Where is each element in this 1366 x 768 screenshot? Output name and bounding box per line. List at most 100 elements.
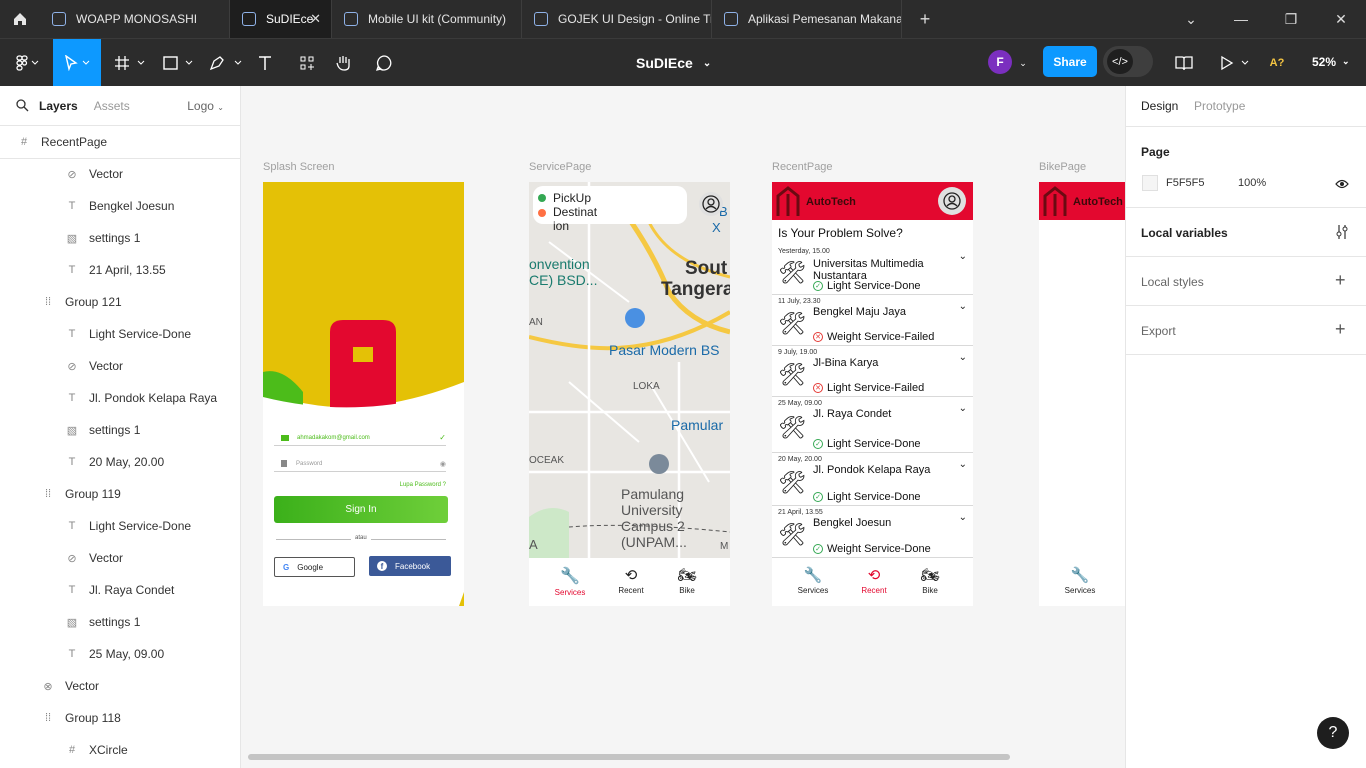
text-tool[interactable] <box>254 39 276 87</box>
present-button[interactable] <box>1216 39 1252 87</box>
tab-assets[interactable]: Assets <box>94 99 130 113</box>
recent-item[interactable]: 21 April, 13.55 🛠 Bengkel Joesun ✓ Weight Se… <box>772 506 973 558</box>
tab-aplikasi[interactable]: Aplikasi Pemesanan Makanan <box>712 0 902 38</box>
layer-row[interactable]: T Light Service-Done <box>0 318 240 350</box>
avatar-dropdown[interactable]: ⌄ <box>1016 39 1030 87</box>
google-button[interactable]: G Google <box>274 557 355 577</box>
help-button[interactable]: ? <box>1317 717 1349 749</box>
page-color-swatch[interactable] <box>1142 175 1158 191</box>
layer-row[interactable]: ⊘ Vector <box>0 350 240 382</box>
frame-label-splash[interactable]: Splash Screen <box>263 161 335 173</box>
close-window-button[interactable]: ✕ <box>1316 0 1366 38</box>
destination-row[interactable]: Destinat ion <box>538 205 609 233</box>
add-style-icon[interactable]: + <box>1335 270 1346 291</box>
chevron-down-icon[interactable]: ⌄ <box>959 251 967 262</box>
forgot-password-link[interactable]: Lupa Password ? <box>400 482 446 488</box>
nav-services[interactable]: 🔧 Services <box>545 566 595 597</box>
minimize-button[interactable]: — <box>1216 0 1266 38</box>
tab-design[interactable]: Design <box>1141 99 1178 113</box>
comment-tool[interactable] <box>373 39 395 87</box>
new-tab-button[interactable]: + <box>902 0 948 38</box>
recent-frame[interactable]: AutoTech Is Your Problem Solve? Yesterda… <box>772 182 973 606</box>
library-button[interactable] <box>1170 39 1198 87</box>
profile-button[interactable] <box>938 187 966 215</box>
eye-icon[interactable] <box>1335 179 1349 189</box>
nav-services[interactable]: 🔧 Services <box>788 566 838 595</box>
missing-fonts-button[interactable]: A? <box>1266 39 1288 87</box>
nav-bike[interactable]: 🏍 Bike <box>905 566 955 595</box>
tab-prototype[interactable]: Prototype <box>1194 99 1245 113</box>
maximize-button[interactable]: ❐ <box>1266 0 1316 38</box>
page-color-value[interactable]: F5F5F5 <box>1166 177 1205 189</box>
chevron-down-icon[interactable]: ⌄ <box>959 459 967 470</box>
local-styles-section[interactable]: Local styles + <box>1126 257 1366 306</box>
password-field[interactable]: Password ◉ <box>274 456 446 472</box>
frame-label-bike[interactable]: BikePage <box>1039 161 1086 173</box>
page-opacity-value[interactable]: 100% <box>1238 177 1266 189</box>
layer-row[interactable]: T Light Service-Done <box>0 510 240 542</box>
tabs-dropdown-icon[interactable]: ⌄ <box>1166 0 1216 38</box>
horizontal-scrollbar[interactable] <box>248 754 1010 760</box>
layer-row[interactable]: ▧ settings 1 <box>0 414 240 446</box>
hand-tool[interactable] <box>333 39 355 87</box>
local-variables-section[interactable]: Local variables <box>1126 208 1366 257</box>
canvas[interactable]: Splash Screen ServicePage RecentPage Bik… <box>241 86 1125 768</box>
export-section[interactable]: Export + <box>1126 306 1366 355</box>
document-title[interactable]: SuDIEce ⌄ <box>636 39 711 87</box>
pickup-row[interactable]: PickUp <box>538 191 591 205</box>
layer-row[interactable]: T 20 May, 20.00 <box>0 446 240 478</box>
close-tab-icon[interactable]: ✕ <box>310 11 321 27</box>
layer-row[interactable]: ⊘ Vector <box>0 542 240 574</box>
home-button[interactable] <box>0 0 40 38</box>
layer-row[interactable]: ⊘ Vector <box>0 158 240 190</box>
avatar[interactable]: F <box>988 50 1012 74</box>
move-tool[interactable] <box>53 39 101 87</box>
nav-recent[interactable]: ⟲ Recent <box>849 566 899 595</box>
facebook-button[interactable]: f Facebook <box>369 556 451 576</box>
chevron-down-icon[interactable]: ⌄ <box>959 352 967 363</box>
recent-item[interactable]: 20 May, 20.00 🛠 Jl. Pondok Kelapa Raya ✓ Lig… <box>772 453 973 506</box>
layer-row[interactable]: ⁞⁞ Group 118 <box>0 702 240 734</box>
search-icon[interactable] <box>16 99 29 112</box>
sign-in-button[interactable]: Sign In <box>274 496 448 523</box>
tab-layers[interactable]: Layers <box>39 99 78 113</box>
zoom-dropdown[interactable]: 52% ⌄ <box>1312 46 1350 77</box>
share-button[interactable]: Share <box>1043 46 1097 77</box>
shape-tool[interactable] <box>158 39 198 87</box>
chevron-down-icon[interactable]: ⌄ <box>959 512 967 523</box>
recent-item[interactable]: Yesterday, 15.00 🛠 Universitas Multimedia … <box>772 245 973 295</box>
layer-row-selected[interactable]: # RecentPage <box>0 126 240 159</box>
layer-row[interactable]: ▧ settings 1 <box>0 606 240 638</box>
resources-tool[interactable] <box>296 39 318 87</box>
eye-icon[interactable]: ◉ <box>440 460 446 468</box>
frame-label-service[interactable]: ServicePage <box>529 161 591 173</box>
recent-item[interactable]: 9 July, 19.00 🛠 Jl-Bina Karya ✕ Light Servic… <box>772 346 973 397</box>
layer-row[interactable]: T 21 April, 13.55 <box>0 254 240 286</box>
layer-row[interactable]: T Jl. Pondok Kelapa Raya <box>0 382 240 414</box>
layer-row[interactable]: # XCircle <box>0 734 240 766</box>
tab-gojek[interactable]: GOJEK UI Design - Online Tra <box>522 0 712 38</box>
nav-recent[interactable]: ⟲ Recent <box>606 566 656 595</box>
splash-frame[interactable]: ahmadakakom@gmail.com ✓ Password ◉ Lupa … <box>263 182 464 606</box>
nav-services[interactable]: 🔧 Services <box>1055 566 1105 595</box>
frame-tool[interactable] <box>110 39 150 87</box>
tab-woapp[interactable]: WOAPP MONOSASHI <box>40 0 230 38</box>
add-export-icon[interactable]: + <box>1335 319 1346 340</box>
layer-row[interactable]: ⁞⁞ Group 121 <box>0 286 240 318</box>
layer-row[interactable]: T Bengkel Joesun <box>0 190 240 222</box>
bike-frame[interactable]: AutoTech 🔧 Services <box>1039 182 1125 606</box>
nav-bike[interactable]: 🏍 Bike <box>662 566 712 595</box>
email-field[interactable]: ahmadakakom@gmail.com ✓ <box>274 430 446 446</box>
layer-row[interactable]: T Jl. Raya Condet <box>0 574 240 606</box>
main-menu-button[interactable] <box>8 39 48 87</box>
tab-sudiece[interactable]: SuDIEce ✕ <box>230 0 332 38</box>
service-frame[interactable]: Sout Tangera onvention CE) BSD... Pasar … <box>529 182 730 606</box>
chevron-down-icon[interactable]: ⌄ <box>959 403 967 414</box>
layer-row[interactable]: T 25 May, 09.00 <box>0 638 240 670</box>
layer-row[interactable]: ⁞⁞ Group 119 <box>0 478 240 510</box>
pen-tool[interactable] <box>205 39 245 87</box>
page-selector[interactable]: Logo ⌄ <box>187 99 224 113</box>
frame-label-recent[interactable]: RecentPage <box>772 161 833 173</box>
profile-button[interactable] <box>699 192 723 216</box>
tab-mobile-ui-kit[interactable]: Mobile UI kit (Community) <box>332 0 522 38</box>
